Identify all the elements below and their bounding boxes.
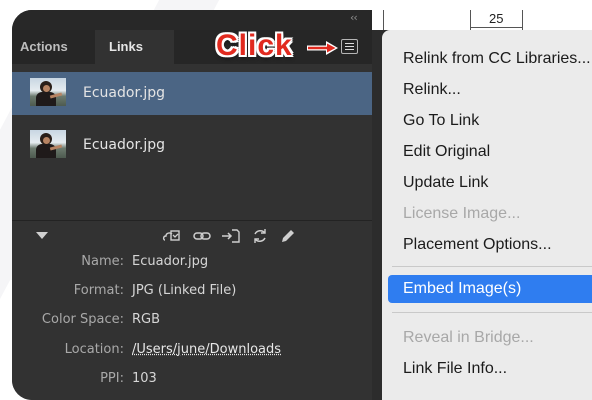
menu-item-placement-options[interactable]: Placement Options... [382, 231, 592, 259]
menu-item-license-image: License Image... [382, 200, 592, 228]
menu-separator [392, 312, 592, 313]
info-label: PPI: [100, 371, 124, 386]
link-row-selected[interactable]: Ecuador.jpg [12, 72, 372, 115]
info-label: Name: [81, 254, 124, 269]
go-to-link-icon[interactable] [221, 227, 241, 245]
disclosure-triangle-icon[interactable] [36, 232, 48, 239]
tab-links[interactable]: Links [95, 30, 174, 64]
info-value: 103 [132, 371, 157, 386]
menu-item-go-to-link[interactable]: Go To Link [382, 107, 592, 135]
annotation-arrow-icon [305, 40, 339, 56]
location-link[interactable]: /Users/june/Downloads [132, 342, 281, 357]
page-number: 25 [489, 10, 503, 28]
menu-item-update-link[interactable]: Update Link [382, 169, 592, 197]
info-row-format: Format: JPG (Linked File) [12, 283, 372, 305]
menu-item-link-file-info[interactable]: Link File Info... [382, 355, 592, 383]
links-list: Ecuador.jpg Ecuador.jpg [12, 64, 372, 214]
info-label: Color Space: [42, 312, 124, 327]
info-value: Ecuador.jpg [132, 254, 208, 269]
link-name: Ecuador.jpg [83, 124, 165, 167]
link-row[interactable]: Ecuador.jpg [12, 124, 372, 167]
menu-item-relink[interactable]: Relink... [382, 76, 592, 104]
app-window: ‹‹ Actions Links Click Ecuador.jpg Ecuad… [12, 10, 592, 400]
info-row-ppi: PPI: 103 [12, 371, 372, 393]
info-label: Location: [65, 342, 124, 357]
menu-separator [392, 266, 592, 267]
link-thumbnail [30, 78, 66, 106]
panel-collapse-strip: ‹‹ [12, 10, 372, 30]
links-toolbar [12, 220, 372, 249]
menu-item-reveal-in-bridge: Reveal in Bridge... [382, 324, 592, 352]
info-row-color-space: Color Space: RGB [12, 312, 372, 334]
links-panel-menu: Relink from CC Libraries... Relink... Go… [382, 30, 592, 400]
info-label: Format: [74, 283, 124, 298]
relink-from-cc-icon[interactable] [162, 227, 182, 245]
info-row-location: Location: /Users/june/Downloads [12, 342, 372, 364]
info-value: JPG (Linked File) [132, 283, 236, 298]
link-thumbnail [30, 130, 66, 158]
tab-actions[interactable]: Actions [20, 30, 68, 64]
chain-link-icon[interactable] [192, 227, 212, 245]
menu-item-relink-from-cc-libraries[interactable]: Relink from CC Libraries... [382, 45, 592, 73]
link-name: Ecuador.jpg [83, 72, 165, 115]
menu-item-embed-images[interactable]: Embed Image(s) [388, 275, 592, 303]
panel-menu-button[interactable] [341, 39, 358, 54]
collapse-panel-icon[interactable]: ‹‹ [350, 11, 357, 24]
hamburger-icon [345, 43, 354, 44]
links-panel: ‹‹ Actions Links Click Ecuador.jpg Ecuad… [12, 10, 372, 400]
click-annotation: Click [216, 29, 293, 63]
info-value: RGB [132, 312, 160, 327]
document-canvas: 25 [372, 10, 592, 30]
menu-item-edit-original[interactable]: Edit Original [382, 138, 592, 166]
info-row-name: Name: Ecuador.jpg [12, 254, 372, 276]
edit-original-icon[interactable] [278, 227, 298, 245]
update-link-icon[interactable] [250, 227, 270, 245]
